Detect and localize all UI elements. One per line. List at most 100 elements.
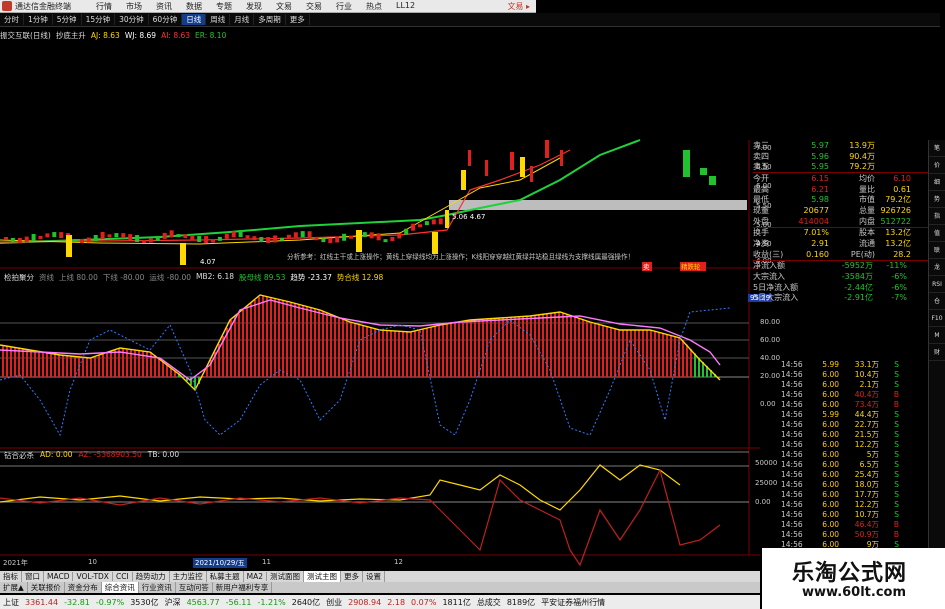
sh-value: 3361.44 xyxy=(25,597,59,607)
period-tab[interactable]: 15分钟 xyxy=(82,14,116,25)
candle xyxy=(335,236,340,243)
stat-label: 收益(三) xyxy=(753,249,784,259)
period-tab[interactable]: 月线 xyxy=(230,14,255,25)
oscillator-bar xyxy=(394,330,396,377)
menu-item[interactable]: 市场 xyxy=(119,1,149,12)
candle xyxy=(418,224,422,228)
period-tab[interactable]: 1分钟 xyxy=(24,14,53,25)
oscillator-bar xyxy=(270,297,272,377)
panel2-title[interactable]: 检拍聚分 xyxy=(4,272,34,283)
side-tool-tab[interactable]: 笔 xyxy=(929,140,945,157)
indicator-tab[interactable]: 测试主图 xyxy=(304,571,342,582)
side-tool-tab[interactable]: RSI xyxy=(929,276,945,293)
indicator-tab[interactable]: MACD xyxy=(44,572,74,581)
indicator-tab[interactable]: 测试面图 xyxy=(267,571,305,582)
tick-row: 14:56 6.00 12.2万 S xyxy=(781,439,906,449)
indicator-tab[interactable]: 主力监控 xyxy=(170,571,207,582)
side-tool-tab[interactable]: M xyxy=(929,327,945,344)
cy-amount: 1811亿 xyxy=(442,597,471,607)
side-tool-tab[interactable]: 指 xyxy=(929,208,945,225)
tick-price: 5.99 xyxy=(822,359,839,369)
info-tab[interactable]: 关联报价 xyxy=(28,582,65,593)
chart-area[interactable]: 4.07 5.06 4.67 分析参考：红线主干或上涨操作；黄线上穿绿线均为上涨… xyxy=(0,40,760,570)
tick-side: S xyxy=(894,499,899,509)
period-tab[interactable]: 5分钟 xyxy=(53,14,82,25)
indicator-tab[interactable]: 设置 xyxy=(363,571,386,582)
indicator-tab[interactable]: MA2 xyxy=(244,572,268,581)
info-tab[interactable]: 行业资讯 xyxy=(139,582,176,593)
period-tab-active[interactable]: 日线 xyxy=(182,14,207,25)
oscillator-bar xyxy=(338,317,340,377)
period-tab[interactable]: 60分钟 xyxy=(149,14,183,25)
date-tick: 11 xyxy=(262,558,271,566)
menu-item[interactable]: 专题 xyxy=(209,1,239,12)
indicator-tab[interactable]: 私募主题 xyxy=(207,571,244,582)
formula-name[interactable]: 抄底主升 xyxy=(56,30,86,41)
stat-value: 13.2亿 xyxy=(885,239,911,249)
oscillator-bar xyxy=(326,312,328,377)
side-tool-tab[interactable]: 值 xyxy=(929,225,945,242)
candle xyxy=(369,232,374,239)
indicator-tab[interactable]: 更多 xyxy=(341,571,364,582)
info-tab[interactable]: 综合资讯 xyxy=(101,582,139,593)
period-tab[interactable]: 周线 xyxy=(206,14,231,25)
menu-item[interactable]: 文易 xyxy=(269,1,299,12)
indicator-tab[interactable]: VOL-TDX xyxy=(73,572,113,581)
panel3-title[interactable]: 钻合必杀 xyxy=(4,450,34,461)
side-tool-tab[interactable]: 仓 xyxy=(929,293,945,310)
oscillator-bar xyxy=(442,324,444,377)
menu-item[interactable]: 交易 xyxy=(299,1,329,12)
side-tool-tab[interactable]: 势 xyxy=(929,191,945,208)
oscillator-bar xyxy=(354,323,356,377)
indicator-tab[interactable]: 指标 xyxy=(0,571,22,582)
menu-item[interactable]: LL12 xyxy=(389,1,422,12)
oscillator-bar xyxy=(102,354,104,377)
info-tab[interactable]: 资金分布 xyxy=(65,582,102,593)
menu-item[interactable]: 行业 xyxy=(329,1,359,12)
oscillator-bar xyxy=(274,298,276,377)
sz-name[interactable]: 沪深 xyxy=(165,597,181,608)
info-tab[interactable]: 互动问答 xyxy=(176,582,213,593)
side-tool-tab[interactable]: F10 xyxy=(929,310,945,327)
menu-item[interactable]: 行情 xyxy=(89,1,119,12)
panel2-header: 检拍聚分 资线 上线 80.00 下线 -80.00 运线 -80.00 MB2… xyxy=(4,272,383,283)
side-tool-tab[interactable]: 财 xyxy=(929,344,945,361)
side-tool-tab[interactable]: 联 xyxy=(929,242,945,259)
oscillator-bar xyxy=(694,353,696,377)
stat-value: 926726 xyxy=(880,205,911,215)
trade-tick-list[interactable]: 14:56 5.99 33.1万 S 14:56 6.00 10.4万 S 14:56 6.00 2… xyxy=(781,359,906,549)
info-tab[interactable]: 扩展▲ xyxy=(0,582,28,593)
oscillator-bar xyxy=(646,330,648,377)
menu-item[interactable]: 资讯 xyxy=(149,1,179,12)
oscillator-bar xyxy=(150,352,152,377)
side-tool-tab[interactable]: 细 xyxy=(929,174,945,191)
stat-label: 现量 xyxy=(753,205,769,215)
period-tab[interactable]: 多周期 xyxy=(254,14,286,25)
period-tab[interactable]: 分时 xyxy=(0,14,24,25)
period-tab[interactable]: 更多 xyxy=(286,14,310,25)
indicator-tab[interactable]: 窗口 xyxy=(22,571,44,582)
menu-item[interactable]: 发现 xyxy=(239,1,269,12)
menu-item[interactable]: 热点 xyxy=(359,1,389,12)
tick-price: 6.00 xyxy=(822,489,839,499)
oscillator-bar xyxy=(366,326,368,377)
sh-name[interactable]: 上证 xyxy=(3,597,19,608)
flow-value: -2.91亿 xyxy=(844,293,873,303)
tick-row: 14:56 6.00 25.4万 S xyxy=(781,469,906,479)
oscillator-bar xyxy=(382,330,384,377)
indicator-tab[interactable]: CCI xyxy=(113,572,133,581)
side-tool-tab[interactable]: 价 xyxy=(929,157,945,174)
indicator-tab[interactable]: 趋势动力 xyxy=(133,571,170,582)
flow-label: 5日大宗流入 xyxy=(753,293,799,303)
oscillator-bar xyxy=(22,348,24,377)
cy-name[interactable]: 创业 xyxy=(326,597,342,608)
flow-pct: -11% xyxy=(886,261,907,271)
info-tab[interactable]: 新用户福利专享 xyxy=(213,582,273,593)
broker-name[interactable]: 平安证券福州行情 xyxy=(541,597,605,608)
side-tool-tab[interactable]: 龙 xyxy=(929,259,945,276)
period-tab[interactable]: 30分钟 xyxy=(115,14,149,25)
menu-item[interactable]: 数据 xyxy=(179,1,209,12)
flow-pct: -6% xyxy=(891,282,907,292)
trade-link[interactable]: 文易 ▸ xyxy=(507,1,536,12)
oscillator-bar xyxy=(54,354,56,377)
